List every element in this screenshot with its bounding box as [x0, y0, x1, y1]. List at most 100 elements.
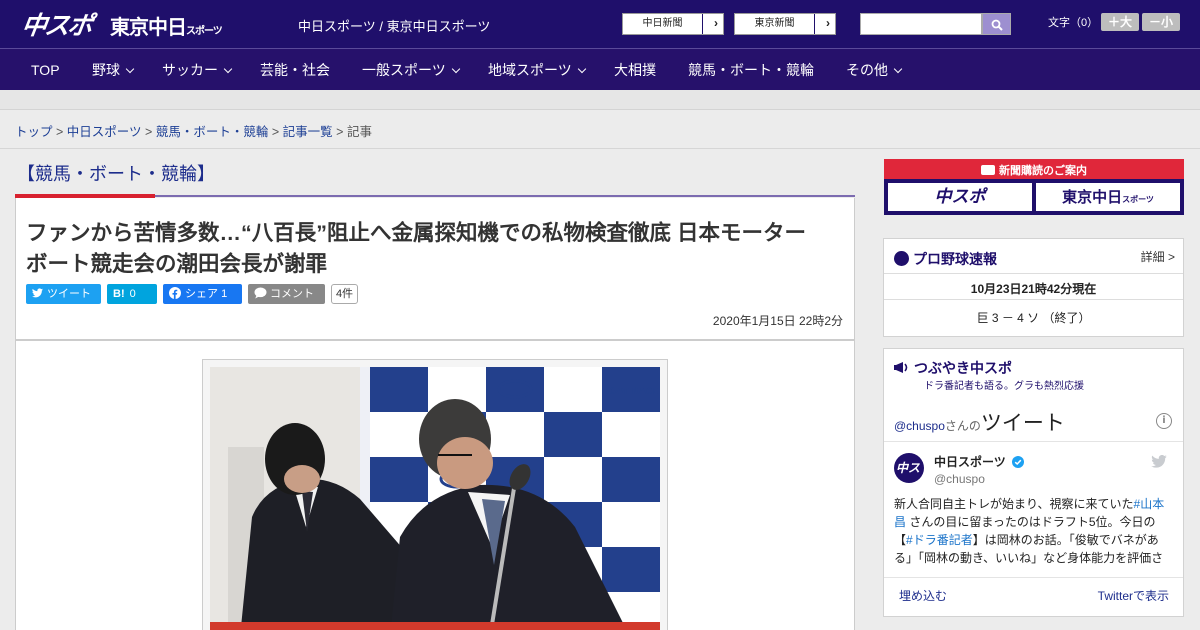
facebook-icon [169, 287, 181, 299]
tokyo-shimbun-link[interactable]: 東京新聞 › [734, 13, 836, 35]
ad-strip [0, 90, 1200, 110]
category-label: 【競馬・ボート・競輪】 [17, 164, 215, 184]
divider [0, 148, 1200, 149]
nav-label: 一般スポーツ [362, 62, 446, 78]
nav-label: 芸能・社会 [260, 62, 330, 78]
breadcrumb-racing[interactable]: 競馬・ボート・競輪 [156, 125, 269, 139]
headline-line-2: ボート競走会の潮田会長が謝罪 [26, 252, 328, 276]
nav-label: 野球 [92, 62, 120, 78]
nav-item-racing[interactable]: 競馬・ボート・競輪 [688, 49, 814, 91]
hatena-bookmark-button[interactable]: B! 0 [107, 284, 157, 304]
tsubuyaki-subtitle: ドラ番記者も語る。グラも熱烈応援 [924, 381, 1084, 392]
tweet-button[interactable]: ツイート [26, 284, 101, 304]
view-on-twitter-link[interactable]: Twitterで表示 [1098, 587, 1169, 604]
tweet-heading: ツイート [980, 412, 1065, 435]
divider [884, 299, 1183, 300]
tweet-handle-link[interactable]: @chuspo [894, 419, 945, 433]
tweet-text-part: 】は岡林のお話。「俊敏でバネがあ [972, 533, 1159, 547]
site-title-link[interactable]: 中日スポーツ / 東京中日スポーツ [298, 16, 490, 35]
tokyo-chunichi-logo[interactable]: 東京中日スポーツ [110, 11, 223, 40]
tokyo-logo-sub: スポーツ [186, 26, 223, 37]
nav-label: その他 [846, 62, 888, 78]
search-button[interactable] [982, 13, 1011, 35]
comment-button[interactable]: コメント [248, 284, 325, 304]
chunichi-shimbun-link[interactable]: 中日新聞 › [622, 13, 724, 35]
account-name-text: 中日スポーツ [934, 455, 1006, 469]
facebook-count: 1 [221, 288, 228, 300]
nav-item-sumo[interactable]: 大相撲 [614, 49, 656, 91]
tweet-text-part: さんの目に留まったのはドラフト5位。今日の [906, 515, 1156, 529]
comment-count: 4件 [331, 284, 358, 304]
breadcrumb-top[interactable]: トップ [15, 125, 53, 139]
info-icon[interactable]: i [1156, 413, 1172, 429]
nav-label: 大相撲 [614, 62, 656, 78]
comment-bubble-icon [254, 287, 267, 299]
article-date: 2020年1月15日 22時2分 [712, 314, 843, 328]
chevron-down-icon [577, 64, 586, 74]
divider [884, 441, 1183, 442]
account-avatar[interactable]: 中ス [894, 453, 924, 483]
breadcrumb-chunichi-sports[interactable]: 中日スポーツ [67, 125, 142, 139]
nav-label: TOP [31, 62, 60, 78]
hatena-icon: B! [113, 288, 125, 300]
nav-label: サッカー [162, 62, 218, 78]
breadcrumb-article-list[interactable]: 記事一覧 [283, 125, 333, 139]
twitter-widget-card: つぶやき中スポ ドラ番記者も語る。グラも熱烈応援 @chuspoさんのツイート … [883, 348, 1184, 617]
paperlink-label: 東京新聞 [735, 14, 815, 34]
font-smaller-button[interactable]: －小 [1142, 13, 1180, 31]
divider [884, 577, 1183, 578]
breadcrumb-separator: > [271, 125, 280, 139]
tweet-text-part: る」「岡林の動き、いいね」など身体能力を評価さ [894, 551, 1164, 565]
hashtag-link[interactable]: 昌 [894, 515, 906, 529]
chuspo-logo[interactable]: 中スポ [19, 6, 93, 42]
tweet-handle-suffix: さんの [944, 419, 981, 433]
nav-item-baseball[interactable]: 野球 [92, 49, 135, 91]
search-input[interactable] [860, 13, 982, 35]
main-nav: TOP 野球 サッカー 芸能・社会 一般スポーツ 地域スポーツ 大相撲 競馬・ボ… [0, 48, 1200, 90]
baseball-scores-card: プロ野球速報 詳細 > 10月23日21時42分現在 巨 3 － 4 ソ （終了… [883, 238, 1184, 337]
nav-label: 地域スポーツ [488, 62, 572, 78]
tokyo-logo-text: 東京中日 [110, 15, 187, 39]
nav-item-local-sports[interactable]: 地域スポーツ [488, 49, 586, 91]
baseball-title: プロ野球速報 [913, 251, 997, 267]
nav-item-top[interactable]: TOP [31, 49, 60, 91]
article-headline: ファンから苦情多数…“八百長”阻止へ金属探知機での私物検査徹底 日本モーター ボ… [26, 218, 841, 280]
hashtag-link[interactable]: #山本 [1134, 497, 1165, 511]
nav-item-general-sports[interactable]: 一般スポーツ [362, 49, 460, 91]
embed-link[interactable]: 埋め込む [899, 587, 947, 604]
newspaper-icon [981, 165, 995, 175]
promo-title: 新聞購読のご案内 [884, 162, 1184, 178]
megaphone-icon [894, 362, 908, 373]
baseball-detail-link[interactable]: 詳細 > [1141, 248, 1175, 265]
twitter-bird-icon [32, 288, 43, 298]
headline-line-1: ファンから苦情多数…“八百長”阻止へ金属探知機での私物検査徹底 日本モーター [26, 221, 806, 245]
breadcrumb-separator: > [336, 125, 344, 139]
divider [884, 273, 1183, 274]
nav-item-other[interactable]: その他 [846, 49, 903, 91]
promo-chuspo-logo[interactable]: 中スポ [888, 183, 1032, 211]
account-name[interactable]: 中日スポーツ [934, 453, 1025, 470]
promo-tokyo-text: 東京中日 [1062, 188, 1123, 206]
baseball-title-row: プロ野球速報 [894, 249, 997, 269]
facebook-share-button[interactable]: シェア 1 [163, 284, 242, 304]
nav-item-entertainment[interactable]: 芸能・社会 [260, 49, 330, 91]
breadcrumb-current: 記事 [346, 125, 372, 139]
chevron-down-icon [451, 64, 460, 74]
press-conference-image: BOAT RACE [210, 367, 660, 630]
breadcrumb: トップ > 中日スポーツ > 競馬・ボート・競輪 > 記事一覧 > 記事 [15, 121, 372, 140]
tweet-text-part: 【 [894, 533, 907, 547]
nav-item-soccer[interactable]: サッカー [162, 49, 233, 91]
breadcrumb-separator: > [56, 125, 64, 139]
font-bigger-button[interactable]: ＋大 [1101, 13, 1139, 31]
chevron-right-icon: › [826, 16, 830, 30]
nav-label: 競馬・ボート・競輪 [688, 62, 814, 78]
chevron-right-icon: › [714, 16, 718, 30]
promo-tokyo-logo[interactable]: 東京中日スポーツ [1036, 183, 1180, 211]
boat-race-banner-text: BOAT RACE [602, 387, 658, 397]
article-photo[interactable]: BOAT RACE [210, 367, 660, 630]
twitter-bird-icon [1151, 455, 1167, 468]
hashtag-link[interactable]: #ドラ番記者 [906, 533, 973, 547]
account-handle: @chuspo [934, 472, 985, 486]
baseball-score-row[interactable]: 巨 3 － 4 ソ （終了） [884, 309, 1183, 326]
tweet-label: ツイート [47, 288, 91, 300]
